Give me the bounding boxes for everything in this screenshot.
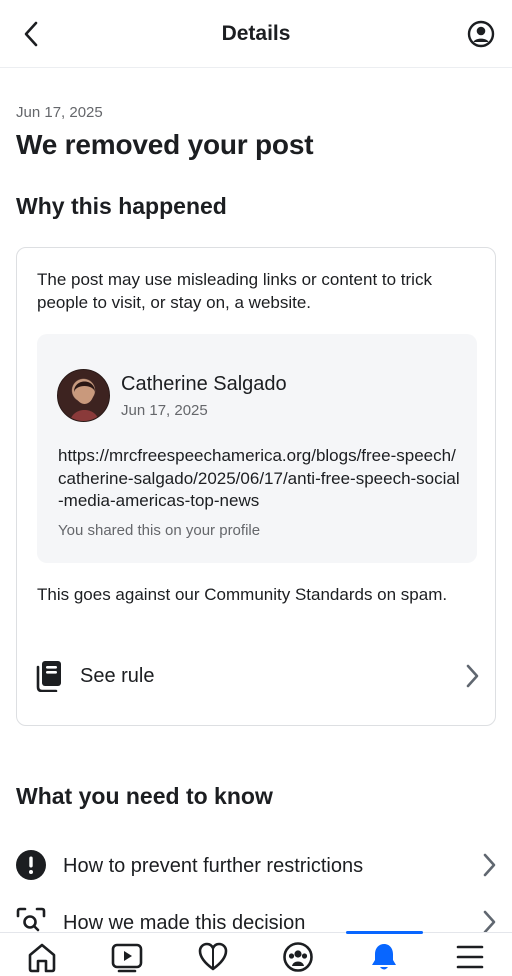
post-date: Jun 17, 2025 xyxy=(121,402,208,419)
notice-date: Jun 17, 2025 xyxy=(16,104,103,121)
removal-details-card: The post may use misleading links or con… xyxy=(16,247,496,726)
post-author: Catherine Salgado xyxy=(121,373,287,395)
active-tab-indicator xyxy=(346,931,423,934)
why-heading: Why this happened xyxy=(16,193,227,219)
rulebook-icon xyxy=(36,661,61,692)
know-heading: What you need to know xyxy=(16,783,273,809)
home-icon xyxy=(28,943,56,973)
bottom-tab-bar xyxy=(0,931,512,976)
avatar xyxy=(57,369,110,422)
tab-dating[interactable] xyxy=(193,941,233,975)
tab-video[interactable] xyxy=(107,941,147,975)
groups-icon xyxy=(283,942,313,972)
tab-notifications[interactable] xyxy=(364,941,404,975)
removed-post-preview: Catherine Salgado Jun 17, 2025 https://m… xyxy=(37,334,477,563)
notice-title: We removed your post xyxy=(16,129,314,160)
profile-button[interactable] xyxy=(466,18,496,50)
chevron-right-icon xyxy=(483,853,496,877)
tab-groups[interactable] xyxy=(278,941,318,975)
prevent-restrictions-label: How to prevent further restrictions xyxy=(63,855,364,877)
post-shared-note: You shared this on your profile xyxy=(58,522,261,539)
prevent-restrictions-item[interactable]: How to prevent further restrictions xyxy=(16,844,496,888)
video-icon xyxy=(111,943,143,973)
exclamation-circle-icon xyxy=(16,850,46,880)
notifications-bell-icon xyxy=(372,944,396,970)
page-title: Details xyxy=(221,22,291,45)
tab-home[interactable] xyxy=(22,941,62,975)
see-rule-button[interactable]: See rule xyxy=(35,656,479,698)
community-standards-text: This goes against our Community Standard… xyxy=(37,585,448,604)
user-circle-icon xyxy=(467,20,495,48)
removal-reason: The post may use misleading links or con… xyxy=(37,270,432,312)
dating-heart-icon xyxy=(198,942,228,971)
see-rule-label: See rule xyxy=(80,665,155,687)
details-page: Details Jun 17, 2025 We removed your pos… xyxy=(0,0,512,976)
chevron-right-icon xyxy=(483,910,496,934)
post-link: https://mrcfreespeechamerica.org/blogs/f… xyxy=(58,446,460,510)
chevron-right-icon xyxy=(466,664,479,688)
top-bar: Details xyxy=(0,0,512,68)
tab-menu[interactable] xyxy=(450,941,490,975)
menu-icon xyxy=(456,945,484,969)
